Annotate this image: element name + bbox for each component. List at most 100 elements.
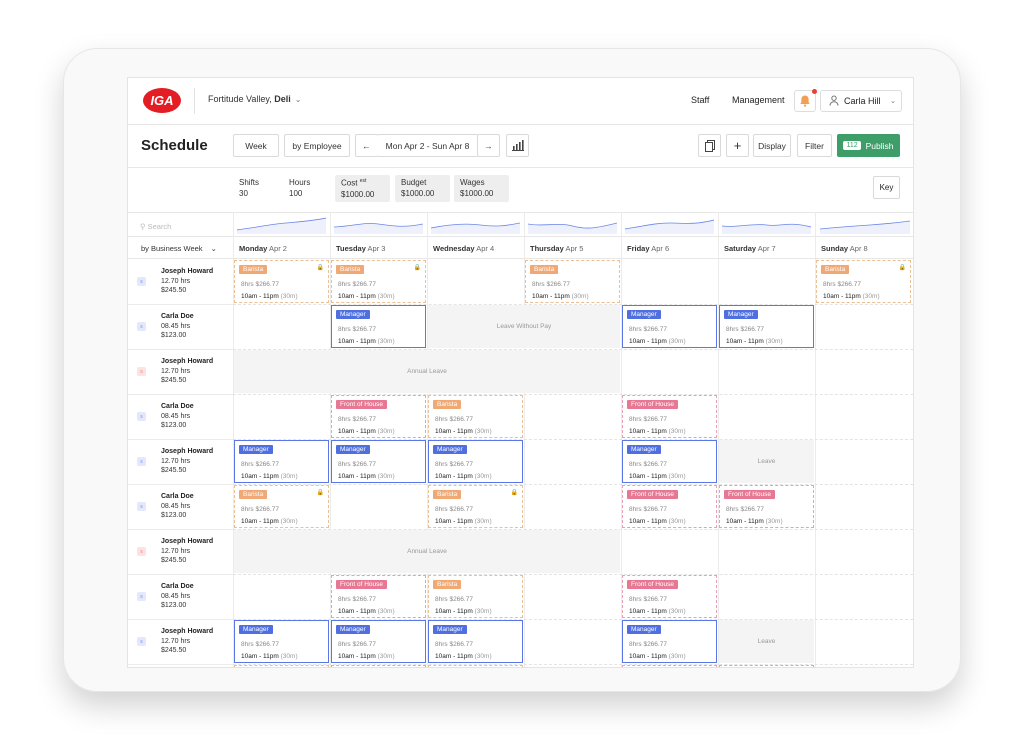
employee-cost: $123.00 [161, 332, 187, 339]
shift-card[interactable] [719, 665, 814, 667]
shift-card[interactable]: Manager 8hrs $266.77 10am - 11pm (30m) [719, 305, 814, 348]
shift-pay: 8hrs $266.77 [241, 506, 279, 513]
shift-card[interactable] [622, 665, 717, 667]
user-name: Carla Hill [844, 96, 881, 106]
shift-break: (30m) [280, 518, 298, 525]
shift-card[interactable]: Front of House 8hrs $266.77 10am - 11pm … [622, 395, 717, 438]
shift-card[interactable]: Front of House 8hrs $266.77 10am - 11pm … [331, 575, 426, 618]
employee-row[interactable]: s Carla Doe 08.45 hrs $123.00 [128, 394, 233, 440]
shift-card[interactable]: Manager 8hrs $266.77 10am - 11pm (30m) [622, 305, 717, 348]
shift-card[interactable]: Manager 8hrs $266.77 10am - 11pm (30m) [331, 305, 426, 348]
shift-time-range: 10am - 11pm [435, 608, 473, 615]
employee-row[interactable]: s Joseph Howard 12.70 hrs $245.50 [128, 349, 233, 395]
shift-break: (30m) [571, 293, 589, 300]
chart-view-button[interactable] [506, 134, 529, 157]
shift-card[interactable] [234, 665, 329, 667]
nav-staff-link[interactable]: Staff [691, 95, 709, 105]
employee-row[interactable]: s Joseph Howard 12.70 hrs $245.50 [128, 259, 233, 305]
leave-block[interactable]: Leave Without Pay [428, 305, 620, 348]
employee-row[interactable]: s Joseph Howard 12.70 hrs $245.50 [128, 529, 233, 575]
leave-block[interactable]: Leave [719, 440, 814, 483]
shift-card[interactable]: Manager 8hrs $266.77 10am - 11pm (30m) [234, 620, 329, 663]
shift-time: 10am - 11pm (30m) [629, 428, 686, 435]
location-selector[interactable]: Fortitude Valley, Deli ⌄ [208, 94, 301, 104]
shift-time-range: 10am - 11pm [726, 518, 764, 525]
shift-time: 10am - 11pm (30m) [338, 428, 395, 435]
employee-row[interactable]: s Joseph Howard 12.70 hrs $245.50 [128, 619, 233, 665]
shift-card[interactable]: Barista 🔒 8hrs $266.77 10am - 11pm (30m) [331, 260, 426, 303]
shift-card[interactable]: Barista 🔒 8hrs $266.77 10am - 11pm (30m) [234, 260, 329, 303]
shift-card[interactable]: Barista 🔒 8hrs $266.77 10am - 11pm (30m) [816, 260, 911, 303]
stats-bar: Shifts 30 Hours 100 Cost est $1000.00 Bu… [128, 168, 913, 213]
stat-label: Wages [460, 178, 485, 187]
leave-block[interactable]: Annual Leave [234, 350, 620, 393]
employee-row[interactable]: s Carla Doe 08.45 hrs $123.00 [128, 304, 233, 350]
shift-card[interactable]: Manager 8hrs $266.77 10am - 11pm (30m) [622, 620, 717, 663]
shift-card[interactable]: Manager 8hrs $266.77 10am - 11pm (30m) [331, 620, 426, 663]
employee-row[interactable]: s Carla Doe 08.45 hrs $123.00 [128, 574, 233, 620]
shift-card[interactable]: Front of House 8hrs $266.77 10am - 11pm … [331, 395, 426, 438]
copy-icon [704, 139, 715, 152]
shift-pay: 8hrs $266.77 [338, 281, 376, 288]
add-shift-button[interactable]: + [726, 134, 749, 157]
shift-card[interactable]: Barista 8hrs $266.77 10am - 11pm (30m) [428, 575, 523, 618]
shift-time-range: 10am - 11pm [629, 608, 667, 615]
leave-block[interactable]: Annual Leave [234, 530, 620, 573]
stat-hours: Hours 100 [283, 175, 328, 202]
shift-break: (30m) [668, 338, 686, 345]
shift-card[interactable] [428, 665, 523, 667]
shift-role-tag: Front of House [336, 580, 387, 589]
employee-row[interactable]: s Carla Doe 08.45 hrs $123.00 [128, 484, 233, 530]
shift-time-range: 10am - 11pm [435, 653, 473, 660]
shift-card[interactable]: Front of House 8hrs $266.77 10am - 11pm … [622, 485, 717, 528]
shift-card[interactable]: Barista 8hrs $266.77 10am - 11pm (30m) [525, 260, 620, 303]
notifications-button[interactable] [794, 89, 817, 112]
lock-icon: 🔒 [316, 490, 324, 496]
leave-block[interactable]: Leave [719, 620, 814, 663]
shift-time: 10am - 11pm (30m) [629, 338, 686, 345]
nav-management-link[interactable]: Management [732, 95, 785, 105]
by-employee-button[interactable]: by Employee [284, 134, 350, 157]
shift-break: (30m) [377, 608, 395, 615]
shift-pay: 8hrs $266.77 [338, 416, 376, 423]
shift-break: (30m) [668, 608, 686, 615]
shift-card[interactable]: Manager 8hrs $266.77 10am - 11pm (30m) [428, 620, 523, 663]
business-week-selector[interactable]: by Business Week ⌄ [141, 244, 217, 253]
employee-search[interactable]: ⚲ Search [140, 222, 171, 231]
shift-card[interactable]: Barista 🔒 8hrs $266.77 10am - 11pm (30m) [428, 485, 523, 528]
display-button[interactable]: Display [753, 134, 791, 157]
prev-week-button[interactable]: ← [355, 134, 378, 157]
week-view-button[interactable]: Week [233, 134, 279, 157]
shift-card[interactable]: Barista 8hrs $266.77 10am - 11pm (30m) [428, 395, 523, 438]
shift-card[interactable]: Manager 8hrs $266.77 10am - 11pm (30m) [331, 440, 426, 483]
shift-card[interactable]: Manager 8hrs $266.77 10am - 11pm (30m) [622, 440, 717, 483]
shift-card[interactable]: Front of House 8hrs $266.77 10am - 11pm … [622, 575, 717, 618]
user-icon [829, 95, 839, 106]
user-menu[interactable]: Carla Hill ⌄ [820, 90, 902, 112]
shift-pay: 8hrs $266.77 [338, 596, 376, 603]
date-range[interactable]: Mon Apr 2 - Sun Apr 8 [377, 134, 478, 157]
location-name: Fortitude Valley, [208, 94, 275, 104]
next-week-button[interactable]: → [477, 134, 500, 157]
filter-button[interactable]: Filter [797, 134, 832, 157]
shift-card[interactable]: Barista 🔒 8hrs $266.77 10am - 11pm (30m) [234, 485, 329, 528]
stat-label: Shifts [239, 178, 260, 187]
day-date: Apr 7 [757, 244, 776, 253]
role-badge: s [137, 637, 146, 646]
publish-button[interactable]: 112 Publish [837, 134, 900, 157]
employee-hours: 12.70 hrs [161, 638, 191, 645]
chevron-down-icon: ⌄ [890, 98, 896, 105]
employee-hours: 12.70 hrs [161, 278, 191, 285]
shift-role-tag: Front of House [724, 490, 775, 499]
shift-card[interactable]: Manager 8hrs $266.77 10am - 11pm (30m) [428, 440, 523, 483]
shift-role-tag: Manager [239, 445, 273, 454]
employee-row[interactable]: s Joseph Howard 12.70 hrs $245.50 [128, 439, 233, 485]
shift-card[interactable] [331, 665, 426, 667]
employee-cost: $245.50 [161, 467, 187, 474]
shift-card[interactable]: Front of House 8hrs $266.77 10am - 11pm … [719, 485, 814, 528]
key-button[interactable]: Key [873, 176, 900, 199]
copy-button[interactable] [698, 134, 721, 157]
shift-pay: 8hrs $266.77 [435, 641, 473, 648]
sparkline-sat [722, 223, 811, 234]
shift-card[interactable]: Manager 8hrs $266.77 10am - 11pm (30m) [234, 440, 329, 483]
